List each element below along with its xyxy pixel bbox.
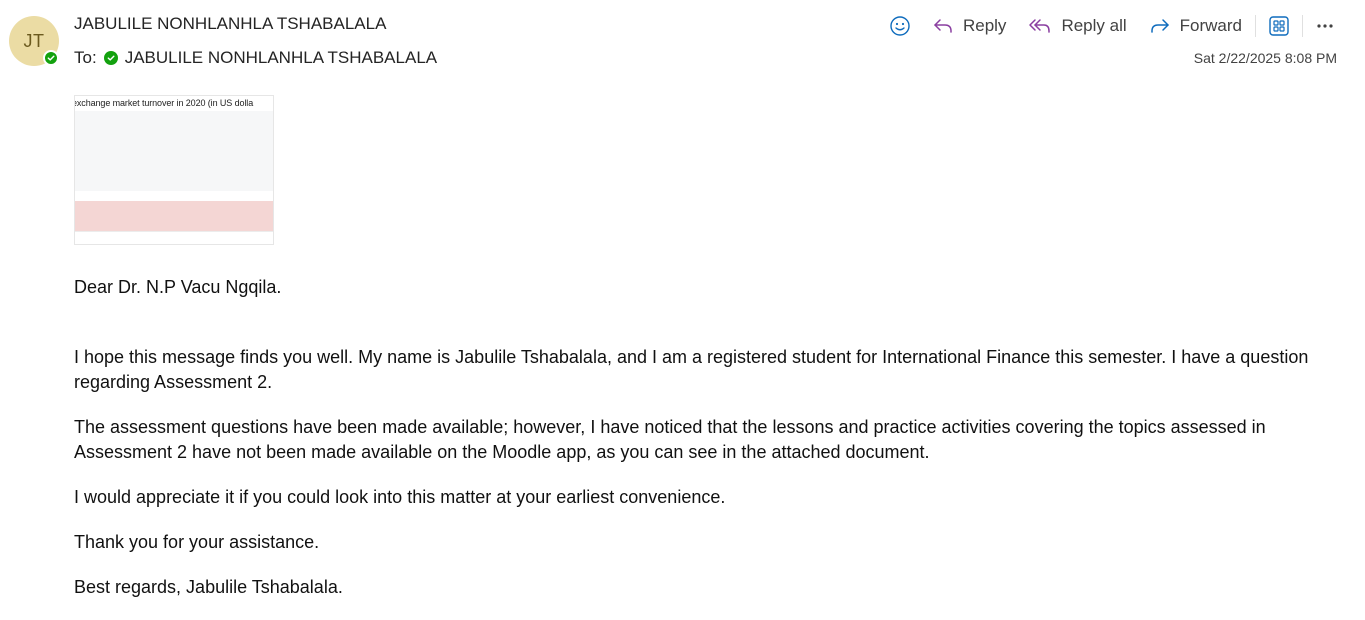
forward-button[interactable]: Forward — [1138, 10, 1253, 42]
attachment-highlight-bar — [75, 201, 273, 231]
reply-arrow-icon — [932, 16, 954, 36]
forward-arrow-icon — [1149, 16, 1171, 36]
reply-all-button[interactable]: Reply all — [1017, 10, 1137, 42]
react-button[interactable] — [879, 10, 921, 42]
recipient-name[interactable]: JABULILE NONHLANHLA TSHABALALA — [125, 48, 437, 68]
message-paragraph: I hope this message finds you well. My n… — [74, 347, 1309, 392]
reply-label: Reply — [962, 16, 1007, 35]
reply-button[interactable]: Reply — [921, 10, 1017, 42]
message-signoff: Best regards, Jabulile Tshabalala. — [74, 577, 343, 597]
smiley-icon — [889, 15, 911, 37]
message-paragraph: The assessment questions have been made … — [74, 417, 1266, 462]
forward-label: Forward — [1179, 16, 1242, 35]
message-paragraph: Thank you for your assistance. — [74, 532, 320, 552]
more-actions-button[interactable] — [1305, 10, 1345, 42]
to-label: To: — [74, 48, 97, 67]
message-timestamp: Sat 2/22/2025 8:08 PM — [1193, 50, 1337, 66]
avatar-initials: JT — [23, 30, 45, 51]
message-body: Dear Dr. N.P Vacu Ngqila. I hope this me… — [74, 275, 1336, 620]
toolbar-divider — [1255, 15, 1256, 37]
attachment-divider — [75, 231, 273, 232]
attachment-title: exchange market turnover in 2020 (in US … — [74, 98, 254, 108]
attachment-panel — [75, 111, 273, 191]
recipients-line: To: JABULILE NONHLANHLA TSHABALALA — [74, 48, 437, 68]
presence-available-icon — [43, 50, 59, 66]
recipient-presence-icon — [103, 51, 118, 65]
reply-all-label: Reply all — [1061, 16, 1127, 35]
sender-name[interactable]: JABULILE NONHLANHLA TSHABALALA — [74, 14, 386, 34]
reply-all-arrow-icon — [1028, 16, 1052, 36]
apps-grid-icon — [1268, 15, 1290, 37]
attachment-thumbnail[interactable]: exchange market turnover in 2020 (in US … — [74, 95, 274, 245]
message-greeting: Dear Dr. N.P Vacu Ngqila. — [74, 277, 282, 297]
toolbar-divider — [1302, 15, 1303, 37]
message-toolbar: Reply Reply all Forward — [879, 10, 1345, 42]
message-paragraph: I would appreciate it if you could look … — [74, 487, 726, 507]
more-dots-icon — [1315, 16, 1335, 36]
apps-button[interactable] — [1258, 10, 1300, 42]
